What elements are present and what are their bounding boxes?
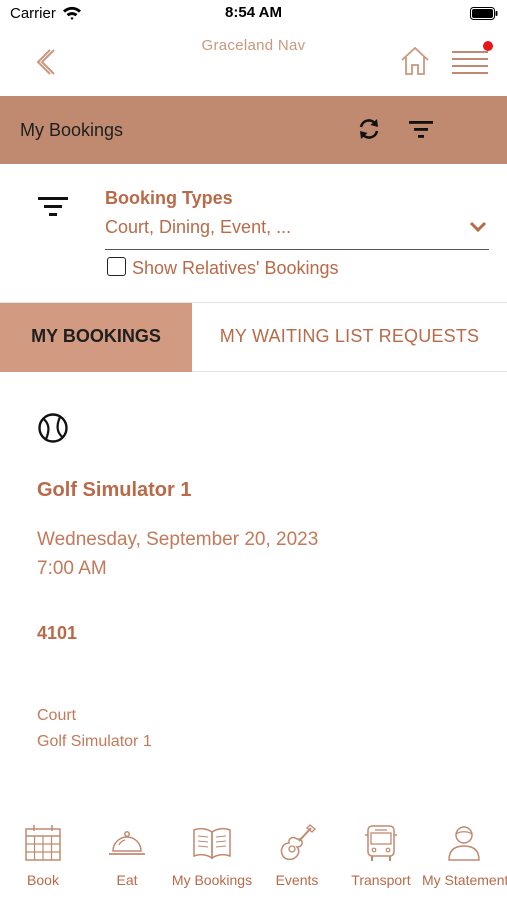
bottom-tab-eat[interactable]: Eat (92, 815, 162, 895)
tab-my-bookings-label: MY BOOKINGS (31, 326, 161, 346)
booking-types-label: Booking Types (105, 188, 233, 208)
booking-category: Court (37, 707, 77, 724)
tab-waiting-list-label: MY WAITING LIST REQUESTS (219, 326, 480, 346)
bottom-tab-transport[interactable]: Transport (344, 815, 418, 895)
booking-types-value: Court, Dining, Event, ... (105, 217, 292, 237)
home-icon[interactable] (398, 44, 432, 78)
tab-my-bookings[interactable]: MY BOOKINGS (0, 303, 192, 372)
refresh-icon[interactable] (356, 116, 382, 142)
bottom-tab-events[interactable]: Events (262, 815, 332, 895)
battery-icon (470, 7, 498, 20)
bookings-tab-bar: MY BOOKINGS MY WAITING LIST REQUESTS (0, 302, 507, 372)
cloche-icon (109, 831, 145, 855)
bottom-tab-my-statement[interactable]: My Statement (422, 815, 507, 895)
relatives-checkbox-label[interactable]: Show Relatives' Bookings (132, 258, 339, 279)
bus-icon (365, 825, 397, 861)
bottom-tab-my-bookings[interactable]: My Bookings (170, 815, 254, 895)
nav-bar: Graceland Nav (0, 28, 507, 96)
bottom-tab-book[interactable]: Book (8, 815, 78, 895)
notification-dot (483, 41, 493, 51)
sport-ball-icon (38, 413, 68, 443)
booking-facility: Golf Simulator 1 (37, 733, 152, 750)
filter-icon[interactable] (406, 116, 436, 142)
person-icon (448, 826, 480, 861)
bottom-tab-book-label: Book (27, 872, 59, 888)
filter-lines-icon (38, 197, 68, 216)
status-time: 8:54 AM (225, 4, 282, 21)
bottom-tab-my-statement-label: My Statement (422, 872, 507, 888)
guitar-icon (280, 824, 316, 861)
page-title: My Bookings (20, 120, 124, 140)
filter-panel: Booking Types Court, Dining, Event, ... … (0, 164, 507, 302)
page-header: My Bookings (0, 96, 507, 164)
booking-time: 7:00 AM (37, 558, 107, 579)
booking-name: Golf Simulator 1 (37, 479, 192, 501)
calendar-grid-icon (25, 825, 61, 861)
relatives-checkbox[interactable] (107, 257, 126, 276)
chevron-down-icon (469, 221, 487, 233)
status-bar: Carrier 8:54 AM (0, 0, 507, 28)
booking-date: Wednesday, September 20, 2023 (37, 529, 319, 550)
booking-types-dropdown[interactable]: Court, Dining, Event, ... (105, 214, 489, 250)
bottom-tab-my-bookings-label: My Bookings (171, 872, 253, 888)
bottom-tab-transport-label: Transport (351, 872, 411, 888)
bottom-tab-bar: Book Eat My Bookings Events Transport My… (0, 815, 507, 900)
booking-number: 4101 (37, 623, 78, 643)
tab-waiting-list[interactable]: MY WAITING LIST REQUESTS (192, 303, 507, 372)
bottom-tab-events-label: Events (275, 872, 319, 888)
open-book-icon (193, 827, 231, 860)
hamburger-menu-icon[interactable] (448, 40, 494, 80)
bottom-tab-eat-label: Eat (116, 872, 138, 888)
booking-card[interactable]: Golf Simulator 1 Wednesday, September 20… (0, 372, 507, 792)
